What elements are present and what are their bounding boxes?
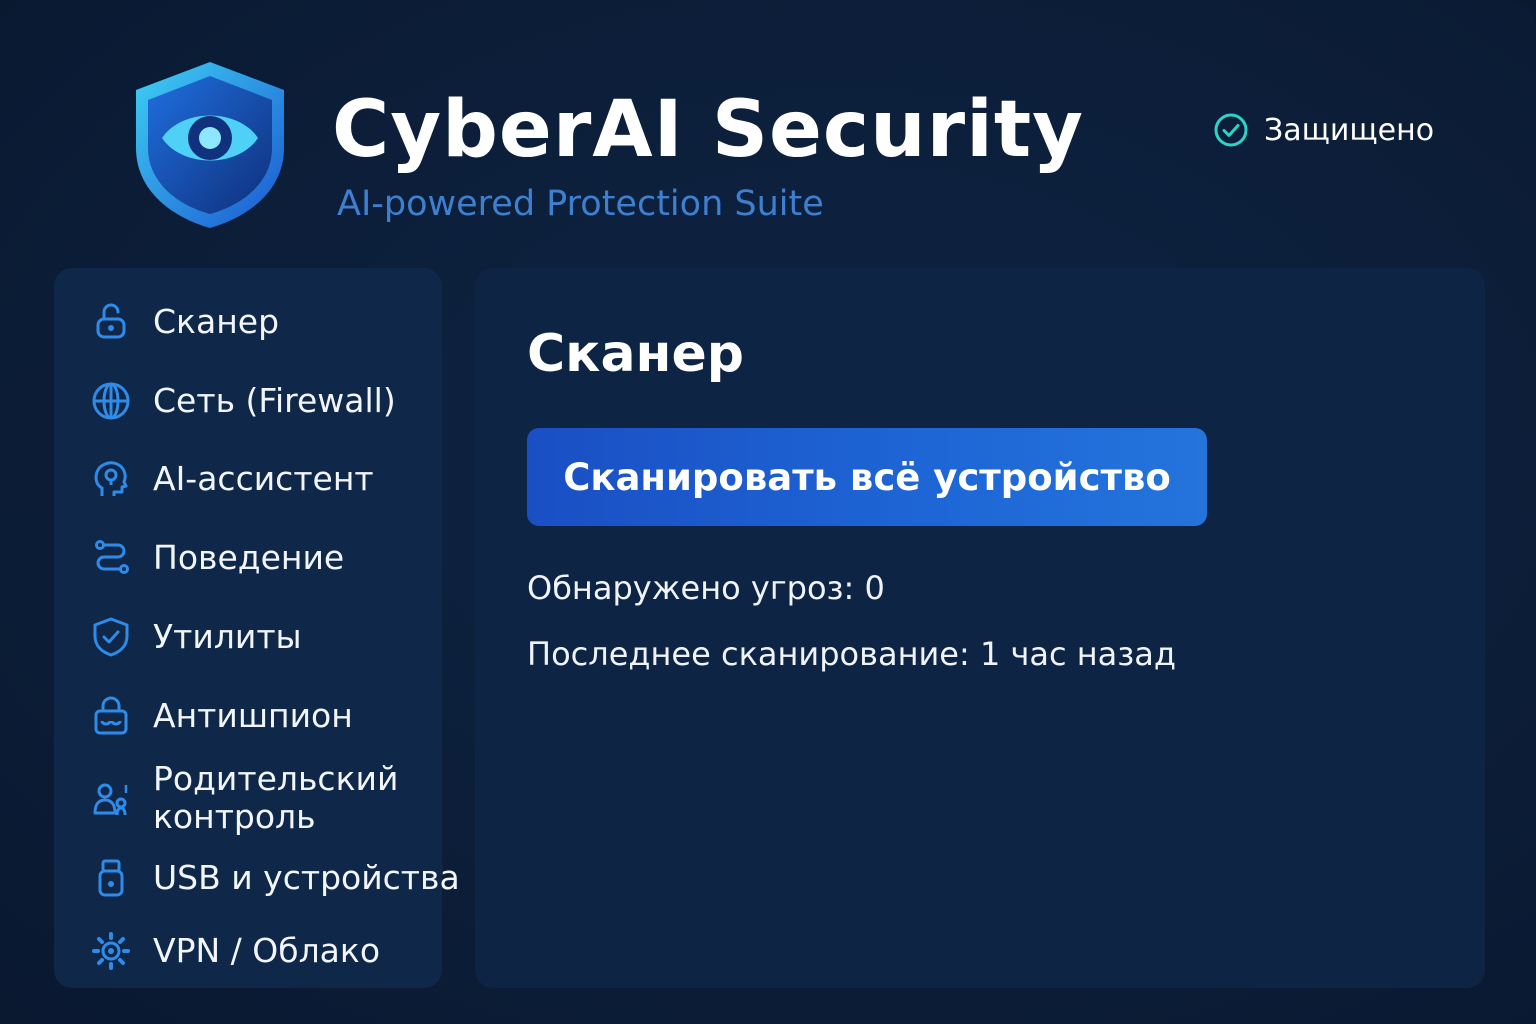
page-title: Сканер: [527, 324, 744, 384]
protection-status: Защищено: [1212, 110, 1434, 150]
globe-icon: [92, 382, 130, 420]
sidebar-item-label: AI-ассистент: [153, 459, 374, 498]
shield-eye-icon: [136, 62, 284, 228]
main-panel: Сканер Сканировать всё устройство Обнару…: [475, 268, 1485, 988]
sidebar-item-label: Сканер: [153, 302, 280, 341]
sidebar: Сканер Сеть (Firewall) AI-ассистент Пове…: [54, 268, 460, 988]
sidebar-item-label: Поведение: [153, 538, 345, 577]
check-circle-icon: [1214, 113, 1248, 147]
scanner-icon: [96, 303, 126, 339]
sidebar-item-antispy[interactable]: Антишпион: [90, 695, 440, 737]
shield-check-icon: [93, 617, 129, 657]
sidebar-item-usb[interactable]: USB и устройства: [90, 857, 460, 899]
sidebar-item-firewall[interactable]: Сеть (Firewall): [90, 380, 440, 422]
sidebar-item-label: Сеть (Firewall): [153, 381, 396, 420]
sidebar-item-utilities[interactable]: Утилиты: [90, 616, 440, 658]
path-icon: [95, 540, 129, 574]
cloud-gear-icon: [92, 932, 130, 970]
sidebar-item-label: VPN / Облако: [153, 931, 381, 970]
spy-lock-icon: [94, 696, 128, 735]
sidebar-item-scanner[interactable]: Сканер: [90, 301, 440, 343]
sidebar-item-label: Родительский контроль: [153, 759, 399, 836]
status-label: Защищено: [1264, 112, 1435, 148]
parent-child-icon: [93, 783, 128, 816]
sidebar-item-label: USB и устройства: [153, 858, 460, 897]
sidebar-item-behavior[interactable]: Поведение: [90, 537, 440, 579]
scan-device-button[interactable]: Сканировать всё устройство: [527, 428, 1207, 526]
app-window: CyberAI Security AI-powered Protection S…: [0, 0, 1536, 1024]
sidebar-item-vpn-cloud[interactable]: VPN / Облако: [90, 930, 440, 972]
app-title: CyberAI Security: [332, 85, 1085, 175]
app-subtitle: AI-powered Protection Suite: [337, 184, 824, 224]
ai-head-icon: [94, 461, 128, 496]
sidebar-item-label: Утилиты: [153, 617, 302, 656]
usb-icon: [98, 859, 124, 897]
sidebar-item-ai-assistant[interactable]: AI-ассистент: [90, 458, 440, 500]
threats-detected-text: Обнаружено угроз: 0: [527, 569, 885, 607]
sidebar-item-parental-control[interactable]: Родительский контроль: [90, 760, 440, 836]
sidebar-item-label: Антишпион: [153, 696, 353, 735]
last-scan-text: Последнее сканирование: 1 час назад: [527, 635, 1177, 673]
